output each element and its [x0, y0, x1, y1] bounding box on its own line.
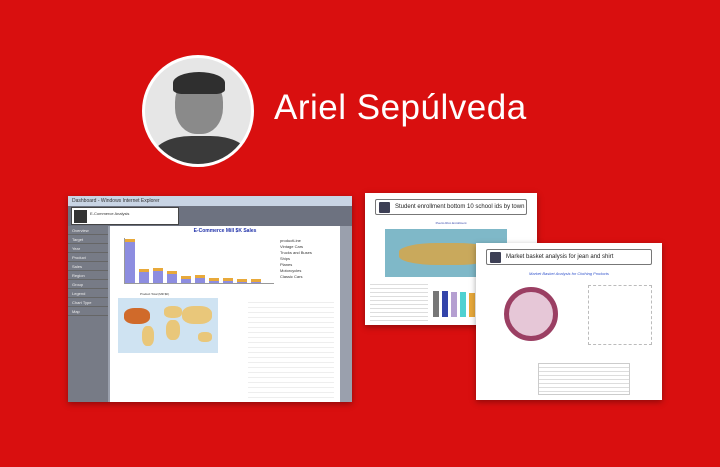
window-title: Dashboard - Windows Internet Explorer — [68, 196, 352, 206]
search-text: E-Commerce Analysis — [90, 211, 130, 216]
app-logo-icon — [74, 210, 87, 223]
bar — [195, 275, 205, 283]
bar — [209, 278, 219, 283]
side-item: Year — [68, 244, 108, 253]
side-item: Legend — [68, 289, 108, 298]
bar — [251, 279, 261, 283]
search-input: E-Commerce Analysis — [71, 207, 179, 225]
side-item: Chart Type — [68, 298, 108, 307]
bar — [223, 278, 233, 283]
side-item: Target — [68, 235, 108, 244]
bar — [125, 239, 135, 283]
market-basket-screenshot: Market basket analysis for jean and shir… — [476, 243, 662, 400]
side-item: Overview — [68, 226, 108, 235]
bar — [167, 271, 177, 283]
author-photo — [142, 55, 254, 167]
author-name: Ariel Sepúlveda — [274, 88, 527, 127]
chord-diagram — [504, 287, 558, 341]
chart-legend: productLine Vintage Cars Trucks and Buse… — [280, 238, 312, 280]
chart-title: Market Basket Analysis for Clothing Prod… — [529, 271, 609, 276]
bar — [237, 279, 247, 283]
bar — [153, 268, 163, 283]
card-title: Market basket analysis for jean and shir… — [506, 254, 614, 260]
map-title: Puerto Rico Enrollment — [435, 221, 467, 225]
network-diagram — [588, 285, 652, 345]
legend-item: Classic Cars — [280, 274, 303, 279]
card-title: Student enrollment bottom 10 school ids … — [395, 204, 525, 210]
dashboard-main: E-Commerce Mill $K Sales productLine Vin… — [110, 226, 340, 402]
map-title: Product Total (Mill $K) — [140, 292, 170, 296]
sidebar: Overview Target Year Product Sales Regio… — [68, 226, 108, 402]
app-logo-icon — [490, 251, 501, 263]
side-item: Region — [68, 271, 108, 280]
photo-hair — [173, 72, 225, 94]
bar — [139, 269, 149, 283]
photo-body — [153, 136, 249, 164]
app-logo-icon — [379, 201, 390, 213]
side-item: Group — [68, 280, 108, 289]
data-table — [538, 363, 630, 395]
card-header: Student enrollment bottom 10 school ids … — [375, 199, 527, 215]
bar — [181, 276, 191, 283]
data-table — [248, 298, 334, 398]
bar-chart — [124, 238, 274, 284]
chart-title: E-Commerce Mill $K Sales — [193, 228, 257, 234]
world-map — [118, 298, 218, 353]
card-header: Market basket analysis for jean and shir… — [486, 249, 652, 265]
side-item: Map — [68, 307, 108, 316]
side-item: Sales — [68, 262, 108, 271]
dashboard-screenshot: Dashboard - Windows Internet Explorer E-… — [68, 196, 352, 402]
side-item: Product — [68, 253, 108, 262]
toolbar: E-Commerce Analysis — [68, 206, 352, 226]
data-table — [370, 281, 428, 321]
